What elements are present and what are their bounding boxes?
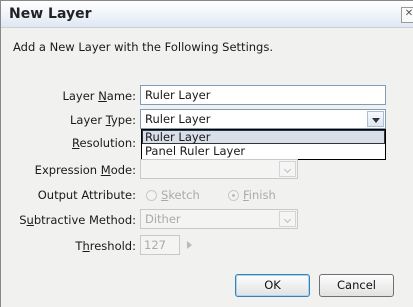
sketch-radio-label: Sketch: [161, 188, 200, 202]
expression-mode-label: Expression Mode:: [34, 163, 136, 177]
layer-name-input[interactable]: Ruler Layer: [140, 85, 386, 105]
dialog-heading: Add a New Layer with the Following Setti…: [13, 40, 273, 54]
subtractive-method-label: Subtractive Method:: [19, 213, 136, 227]
layer-name-label: Layer Name:: [62, 89, 136, 103]
chevron-down-icon[interactable]: [367, 111, 384, 127]
output-attribute-label: Output Attribute:: [37, 188, 136, 202]
resolution-label: Resolution:: [72, 136, 136, 150]
expression-mode-select[interactable]: [140, 159, 298, 179]
close-icon[interactable]: ✕: [401, 7, 413, 23]
threshold-label: Threshold:: [75, 239, 136, 253]
layer-type-select[interactable]: Ruler Layer: [140, 109, 386, 129]
chevron-down-icon: [279, 161, 296, 177]
ok-button[interactable]: OK: [235, 274, 310, 297]
finish-radio-label: Finish: [243, 188, 276, 202]
dialog-title: New Layer: [9, 6, 92, 22]
cancel-button[interactable]: Cancel: [319, 274, 394, 297]
dropdown-option-panel-ruler-layer[interactable]: Panel Ruler Layer: [142, 144, 385, 158]
title-bar[interactable]: New Layer ✕: [1, 1, 413, 28]
dropdown-option-ruler-layer[interactable]: Ruler Layer: [142, 130, 385, 144]
finish-radio[interactable]: [228, 190, 239, 201]
sketch-radio[interactable]: [146, 190, 157, 201]
threshold-input[interactable]: 127: [140, 235, 180, 255]
layer-type-label: Layer Type:: [69, 113, 136, 127]
chevron-down-icon: [279, 211, 296, 227]
triangle-right-icon[interactable]: [187, 241, 192, 249]
new-layer-dialog: New Layer ✕ Add a New Layer with the Fol…: [0, 0, 413, 307]
layer-type-dropdown: Ruler Layer Panel Ruler Layer: [141, 129, 386, 160]
subtractive-method-select[interactable]: Dither: [140, 209, 298, 229]
